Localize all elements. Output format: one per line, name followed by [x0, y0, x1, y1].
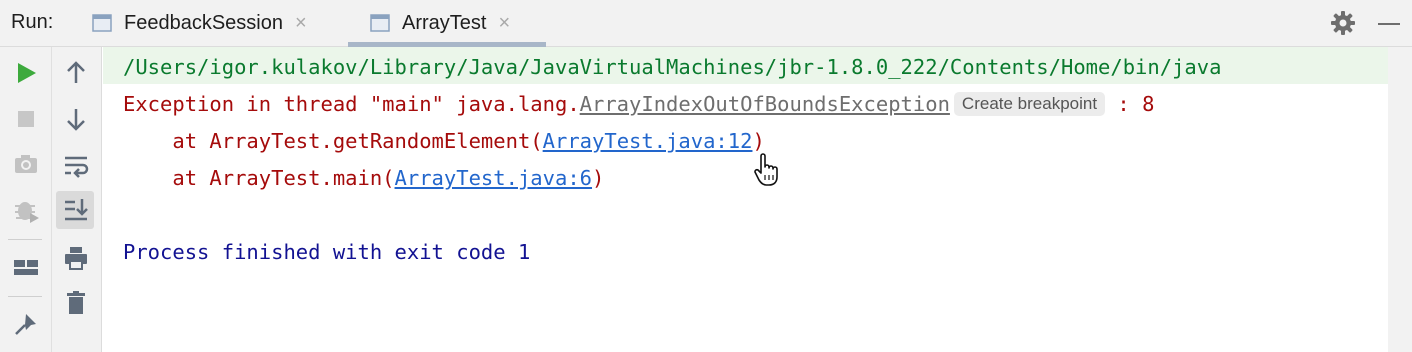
vertical-scrollbar-track[interactable] [1388, 47, 1412, 352]
debug-icon[interactable] [12, 196, 40, 224]
exception-suffix: : 8 [1105, 92, 1155, 116]
process-finished-line: Process finished with exit code 1 [123, 240, 531, 264]
trash-icon[interactable] [62, 289, 90, 317]
stop-icon[interactable] [12, 105, 40, 133]
stack-frame-text: at ArrayTest.main( [123, 166, 395, 190]
stack-frame-text: at ArrayTest.getRandomElement( [123, 129, 543, 153]
stack-trace-line: at ArrayTest.main(ArrayTest.java:6) [123, 166, 604, 190]
exception-line: Exception in thread "main" java.lang.Arr… [123, 92, 1154, 116]
exception-class-link[interactable]: ArrayIndexOutOfBoundsException [580, 92, 950, 116]
stack-trace-line: at ArrayTest.getRandomElement(ArrayTest.… [123, 129, 765, 153]
toolbar-separator [8, 296, 42, 297]
hand-cursor-icon [752, 153, 782, 187]
console-tab-icon [370, 13, 390, 33]
arrow-up-icon[interactable] [62, 59, 90, 87]
tab-feedbacksession[interactable]: FeedbackSession × [92, 0, 307, 46]
source-link[interactable]: ArrayTest.java:6 [395, 166, 592, 190]
soft-wrap-icon[interactable] [62, 151, 90, 179]
tab-label: ArrayTest [402, 11, 487, 34]
arrow-down-icon[interactable] [62, 105, 90, 133]
run-label: Run: [11, 11, 54, 33]
exception-prefix: Exception in thread "main" java.lang. [123, 92, 580, 116]
close-icon[interactable]: × [498, 12, 510, 35]
java-command-line: /Users/igor.kulakov/Library/Java/JavaVir… [123, 55, 1222, 79]
stack-frame-close: ) [752, 129, 765, 153]
tab-label: FeedbackSession [124, 11, 283, 34]
create-breakpoint-button[interactable]: Create breakpoint [953, 92, 1106, 116]
console-tab-icon [92, 13, 112, 33]
source-link[interactable]: ArrayTest.java:12 [543, 129, 753, 153]
print-icon[interactable] [62, 244, 90, 272]
gear-icon[interactable] [1330, 10, 1356, 36]
scroll-to-end-icon[interactable] [62, 196, 90, 224]
toolbar-separator [8, 239, 42, 240]
close-icon[interactable]: × [295, 12, 307, 35]
console-output[interactable]: /Users/igor.kulakov/Library/Java/JavaVir… [103, 47, 1388, 352]
pin-icon[interactable] [12, 310, 40, 338]
stack-frame-close: ) [592, 166, 605, 190]
layout-icon[interactable] [12, 253, 40, 281]
run-tool-window-header: Run: FeedbackSession × ArrayTest × [0, 0, 1412, 47]
run-actions-toolbar [0, 47, 52, 352]
tab-arraytest[interactable]: ArrayTest × [370, 0, 510, 46]
run-icon[interactable] [12, 59, 40, 87]
minimize-icon[interactable] [1378, 23, 1400, 25]
camera-icon[interactable] [12, 150, 40, 178]
